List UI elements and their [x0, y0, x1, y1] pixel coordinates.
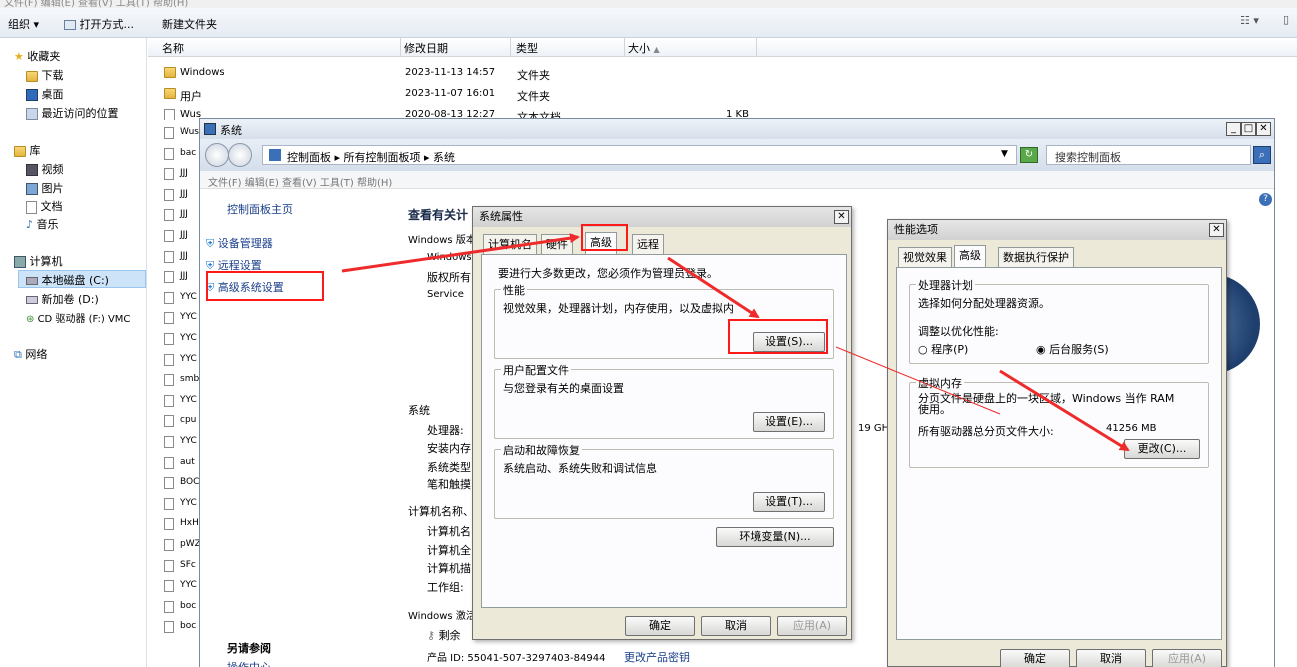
arrow-to-performance-settings [667, 256, 760, 319]
annotation-arrows [341, 233, 1130, 452]
arrow-to-perf-options [835, 346, 1001, 415]
arrow-to-change-button [999, 369, 1130, 452]
arrow-to-advanced-tab [341, 233, 580, 273]
